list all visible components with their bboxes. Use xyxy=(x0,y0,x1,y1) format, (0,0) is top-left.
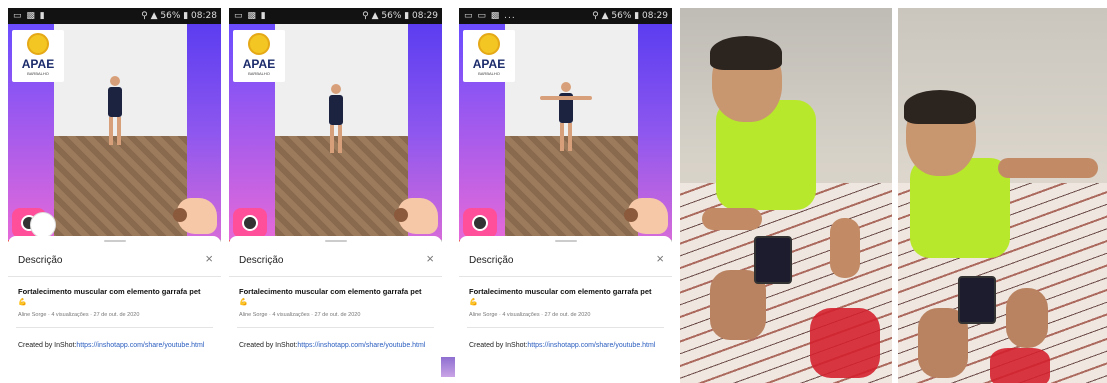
flower-icon xyxy=(478,33,500,55)
clap-hand-icon xyxy=(173,198,217,234)
status-icons-left: ▭ ▩ ▮ xyxy=(234,11,267,21)
video-meta: Aline Sorge · 4 visualizações · 27 de ou… xyxy=(18,312,140,318)
apae-logo: APAE BARBALHO xyxy=(233,30,285,82)
muscle-emoji: 💪 xyxy=(239,299,248,306)
muscle-emoji: 💪 xyxy=(469,299,478,306)
sheet-header: Descrição × xyxy=(8,244,221,277)
phone-screenshot-2: ▭ ▩ ▮ ⚲ ▲ 56% ▮ 08:29 APAE BARBALHO Desc… xyxy=(229,8,442,383)
clap-hand-icon xyxy=(624,198,668,234)
drag-handle[interactable] xyxy=(554,240,577,242)
exercising-person xyxy=(539,82,592,152)
sheet-title: Descrição xyxy=(239,255,284,266)
muscle-emoji: 💪 xyxy=(18,299,27,306)
photo-child-exercise-2 xyxy=(898,8,1107,383)
sheet-title: Descrição xyxy=(469,255,514,266)
close-icon[interactable]: × xyxy=(656,251,664,266)
phone-screenshot-1: ▭ ▩ ▮ ⚲ ▲ 56% ▮ 08:28 APAE BARBALHO Desc… xyxy=(8,8,221,383)
status-icons-left: ▭ ▩ ▮ xyxy=(13,11,46,21)
camera-icon xyxy=(233,208,267,238)
video-description: Created by InShot:https://inshotapp.com/… xyxy=(239,342,426,349)
drag-handle[interactable] xyxy=(103,240,126,242)
divider xyxy=(467,327,664,328)
smartphone xyxy=(754,236,792,284)
red-bottle xyxy=(990,348,1050,383)
divider xyxy=(237,327,434,328)
sheet-header: Descrição × xyxy=(229,244,442,277)
inshot-link[interactable]: https://inshotapp.com/share/youtube.html xyxy=(76,342,204,349)
flower-icon xyxy=(27,33,49,55)
close-icon[interactable]: × xyxy=(205,251,213,266)
video-player[interactable]: APAE BARBALHO xyxy=(8,24,221,242)
drag-handle[interactable] xyxy=(324,240,347,242)
sheet-title: Descrição xyxy=(18,255,63,266)
smartphone xyxy=(958,276,996,324)
video-player[interactable]: APAE BARBALHO xyxy=(229,24,442,242)
phone-screenshot-3: ▭ ▭ ▩ ... ⚲ ▲ 56% ▮ 08:29 APAE BARBALHO … xyxy=(459,8,672,383)
camera-icon xyxy=(463,208,497,238)
apae-logo: APAE BARBALHO xyxy=(463,30,515,82)
flower-icon xyxy=(248,33,270,55)
video-description: Created by InShot:https://inshotapp.com/… xyxy=(18,342,205,349)
status-icons-right: ⚲ ▲ 56% ▮ 08:29 xyxy=(362,11,438,21)
photo-child-exercise-1 xyxy=(680,8,892,383)
video-description: Created by InShot:https://inshotapp.com/… xyxy=(469,342,656,349)
inshot-link[interactable]: https://inshotapp.com/share/youtube.html xyxy=(297,342,425,349)
touch-indicator xyxy=(30,212,56,238)
status-bar: ▭ ▩ ▮ ⚲ ▲ 56% ▮ 08:29 xyxy=(229,8,442,24)
sheet-header: Descrição × xyxy=(459,244,672,277)
status-bar: ▭ ▩ ▮ ⚲ ▲ 56% ▮ 08:28 xyxy=(8,8,221,24)
video-player[interactable]: APAE BARBALHO xyxy=(459,24,672,242)
status-icons-right: ⚲ ▲ 56% ▮ 08:28 xyxy=(141,11,217,21)
status-icons-right: ⚲ ▲ 56% ▮ 08:29 xyxy=(592,11,668,21)
video-title: Fortalecimento muscular com elemento gar… xyxy=(18,287,201,296)
description-sheet: Descrição × Fortalecimento muscular com … xyxy=(229,236,442,383)
exercising-person xyxy=(328,84,344,154)
video-title: Fortalecimento muscular com elemento gar… xyxy=(239,287,422,296)
description-sheet: Descrição × Fortalecimento muscular com … xyxy=(8,236,221,383)
exercising-person xyxy=(107,76,123,146)
video-meta: Aline Sorge · 4 visualizações · 27 de ou… xyxy=(469,312,591,318)
person-hair xyxy=(904,90,976,124)
close-icon[interactable]: × xyxy=(426,251,434,266)
video-meta: Aline Sorge · 4 visualizações · 27 de ou… xyxy=(239,312,361,318)
red-bottle xyxy=(810,308,880,378)
clap-hand-icon xyxy=(394,198,438,234)
apae-logo: APAE BARBALHO xyxy=(12,30,64,82)
status-icons-left: ▭ ▭ ▩ ... xyxy=(464,11,516,21)
video-thumbnail[interactable] xyxy=(441,357,455,377)
status-bar: ▭ ▭ ▩ ... ⚲ ▲ 56% ▮ 08:29 xyxy=(459,8,672,24)
description-sheet: Descrição × Fortalecimento muscular com … xyxy=(459,236,672,383)
video-title: Fortalecimento muscular com elemento gar… xyxy=(469,287,652,296)
person-hair xyxy=(710,36,782,70)
divider xyxy=(16,327,213,328)
inshot-link[interactable]: https://inshotapp.com/share/youtube.html xyxy=(527,342,655,349)
